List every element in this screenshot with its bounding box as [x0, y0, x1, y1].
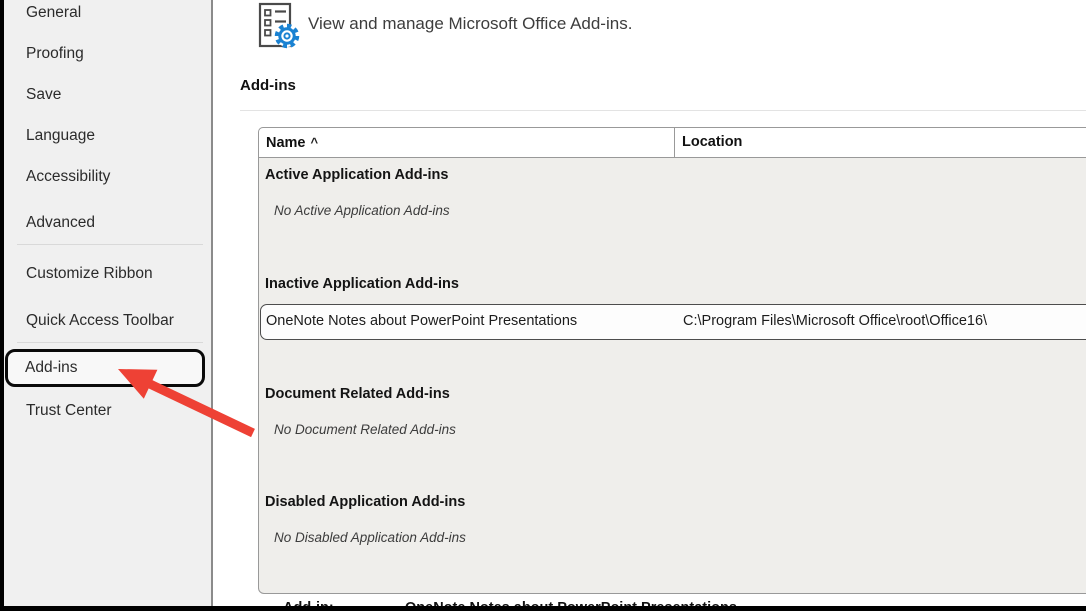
add-ins-table-header: Name ^ Location	[258, 127, 1086, 158]
panel-description: View and manage Microsoft Office Add-ins…	[308, 14, 632, 34]
group-header-inactive-add-ins: Inactive Application Add-ins	[265, 276, 459, 292]
sidebar-item-add-ins[interactable]: Add-ins	[25, 357, 78, 378]
add-in-row-selected[interactable]: OneNote Notes about PowerPoint Presentat…	[260, 304, 1086, 340]
group-empty-disabled-add-ins: No Disabled Application Add-ins	[274, 530, 466, 545]
manage-add-ins-icon	[256, 2, 304, 52]
sidebar-item-save[interactable]: Save	[26, 84, 61, 105]
options-sidebar: General Proofing Save Language Accessibi…	[4, 0, 213, 606]
sort-ascending-icon: ^	[311, 135, 319, 150]
sidebar-item-accessibility[interactable]: Accessibility	[26, 166, 110, 187]
sidebar-item-quick-access-toolbar[interactable]: Quick Access Toolbar	[26, 310, 174, 331]
sidebar-item-language[interactable]: Language	[26, 125, 95, 146]
window-bottom-edge	[0, 606, 1086, 611]
group-empty-document-add-ins: No Document Related Add-ins	[274, 422, 456, 437]
sidebar-item-trust-center[interactable]: Trust Center	[26, 400, 112, 421]
column-header-name[interactable]: Name ^	[259, 128, 675, 157]
column-header-location[interactable]: Location	[675, 128, 1086, 157]
sidebar-divider	[17, 244, 203, 245]
sidebar-item-advanced[interactable]: Advanced	[26, 212, 95, 233]
sidebar-item-proofing[interactable]: Proofing	[26, 43, 84, 64]
group-header-active-add-ins: Active Application Add-ins	[265, 167, 448, 183]
window-left-edge	[0, 0, 4, 611]
sidebar-divider	[17, 342, 203, 343]
add-in-name: OneNote Notes about PowerPoint Presentat…	[261, 305, 677, 339]
sidebar-item-general[interactable]: General	[26, 2, 81, 23]
group-empty-active-add-ins: No Active Application Add-ins	[274, 203, 450, 218]
section-divider	[240, 110, 1086, 111]
group-header-document-add-ins: Document Related Add-ins	[265, 386, 450, 402]
column-name-label: Name	[266, 135, 306, 151]
add-in-location: C:\Program Files\Microsoft Office\root\O…	[677, 305, 987, 339]
add-ins-table-body: Active Application Add-ins No Active App…	[258, 158, 1086, 594]
gear-icon	[276, 25, 298, 47]
add-ins-section-title: Add-ins	[240, 77, 296, 94]
office-options-dialog: General Proofing Save Language Accessibi…	[0, 0, 1086, 611]
group-header-disabled-add-ins: Disabled Application Add-ins	[265, 494, 465, 510]
add-ins-highlight-annotation: Add-ins	[5, 349, 205, 387]
sidebar-item-customize-ribbon[interactable]: Customize Ribbon	[26, 263, 153, 284]
